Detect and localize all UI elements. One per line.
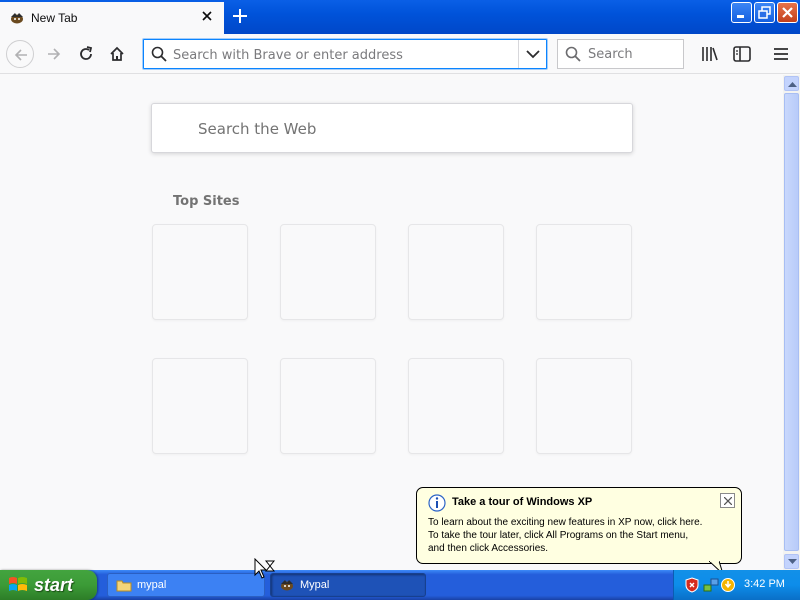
home-icon <box>110 46 124 61</box>
clock: 3:42 PM <box>744 578 785 590</box>
address-bar[interactable] <box>143 39 547 69</box>
scroll-up-arrow-icon <box>788 82 797 87</box>
mypal-favicon-icon <box>11 13 23 24</box>
vertical-scrollbar[interactable] <box>783 75 800 570</box>
restore-button[interactable] <box>754 2 775 23</box>
back-button[interactable] <box>6 40 34 68</box>
balloon-message[interactable]: To learn about the exciting new features… <box>428 516 738 555</box>
hamburger-menu-icon[interactable] <box>771 44 791 64</box>
taskbar-item-mypal-browser[interactable]: Mypal <box>270 573 426 597</box>
search-bar[interactable] <box>557 39 684 69</box>
address-input[interactable] <box>173 46 503 64</box>
top-site-tile[interactable] <box>408 358 504 454</box>
restore-icon <box>758 6 771 19</box>
info-icon <box>428 494 446 512</box>
scroll-down-arrow-icon <box>788 559 797 564</box>
address-dropdown-button[interactable] <box>518 40 546 68</box>
close-window-icon <box>782 7 793 18</box>
close-icon <box>724 497 732 505</box>
tab-title: New Tab <box>31 11 78 25</box>
library-icon[interactable] <box>700 44 720 64</box>
title-bar: New Tab <box>0 0 800 34</box>
home-button[interactable] <box>103 40 131 68</box>
reload-button[interactable] <box>72 40 100 68</box>
sidebar-toggle-icon[interactable] <box>732 44 752 64</box>
forward-button[interactable] <box>40 40 68 68</box>
update-icon[interactable] <box>720 577 736 593</box>
web-search-input[interactable] <box>198 120 598 138</box>
minimize-icon <box>737 15 744 18</box>
top-site-tile[interactable] <box>536 224 632 320</box>
search-icon <box>565 46 581 62</box>
balloon-line: To take the tour later, click All Progra… <box>428 530 689 541</box>
taskbar: start mypal Mypal 3:42 PM <box>0 570 800 600</box>
search-icon <box>151 46 167 62</box>
busy-cursor-icon <box>254 558 276 579</box>
close-tab-icon[interactable] <box>200 9 214 23</box>
top-site-tile[interactable] <box>280 358 376 454</box>
new-tab-plus-icon[interactable] <box>230 6 250 26</box>
top-site-tile[interactable] <box>152 224 248 320</box>
taskbar-item-label: Mypal <box>300 579 330 591</box>
top-site-tile[interactable] <box>280 224 376 320</box>
top-site-tile[interactable] <box>152 358 248 454</box>
forward-arrow-icon <box>48 48 61 60</box>
start-button[interactable]: start <box>0 570 97 600</box>
top-site-tile[interactable] <box>408 224 504 320</box>
close-window-button[interactable] <box>777 2 798 23</box>
tour-notification-balloon[interactable]: Take a tour of Windows XP To learn about… <box>416 487 742 564</box>
balloon-title: Take a tour of Windows XP <box>452 496 593 508</box>
search-input[interactable] <box>588 47 678 62</box>
navigation-toolbar <box>0 34 800 74</box>
start-label: start <box>34 574 74 595</box>
web-search-box[interactable] <box>151 103 633 153</box>
balloon-line: and then click Accessories. <box>428 543 549 554</box>
tab-new-tab[interactable]: New Tab <box>0 2 224 34</box>
scroll-down-button[interactable] <box>784 554 799 569</box>
balloon-line: To learn about the exciting new features… <box>428 517 703 528</box>
back-arrow-icon <box>14 49 27 61</box>
scroll-up-button[interactable] <box>784 76 799 91</box>
window-controls <box>731 2 798 23</box>
security-shield-icon[interactable] <box>684 577 700 593</box>
balloon-close-button[interactable] <box>720 493 735 508</box>
network-icon[interactable] <box>703 577 719 593</box>
mypal-icon <box>281 580 293 591</box>
windows-logo-icon <box>9 577 27 591</box>
taskbar-item-label: mypal <box>137 579 167 591</box>
folder-icon <box>116 580 132 592</box>
taskbar-item-mypal-folder[interactable]: mypal <box>107 573 265 597</box>
system-tray: 3:42 PM <box>673 570 800 600</box>
minimize-button[interactable] <box>731 2 752 23</box>
top-sites-heading: Top Sites <box>173 194 240 209</box>
scrollbar-thumb[interactable] <box>784 93 799 551</box>
chevron-down-icon <box>526 50 540 59</box>
reload-icon <box>80 46 93 60</box>
top-site-tile[interactable] <box>536 358 632 454</box>
